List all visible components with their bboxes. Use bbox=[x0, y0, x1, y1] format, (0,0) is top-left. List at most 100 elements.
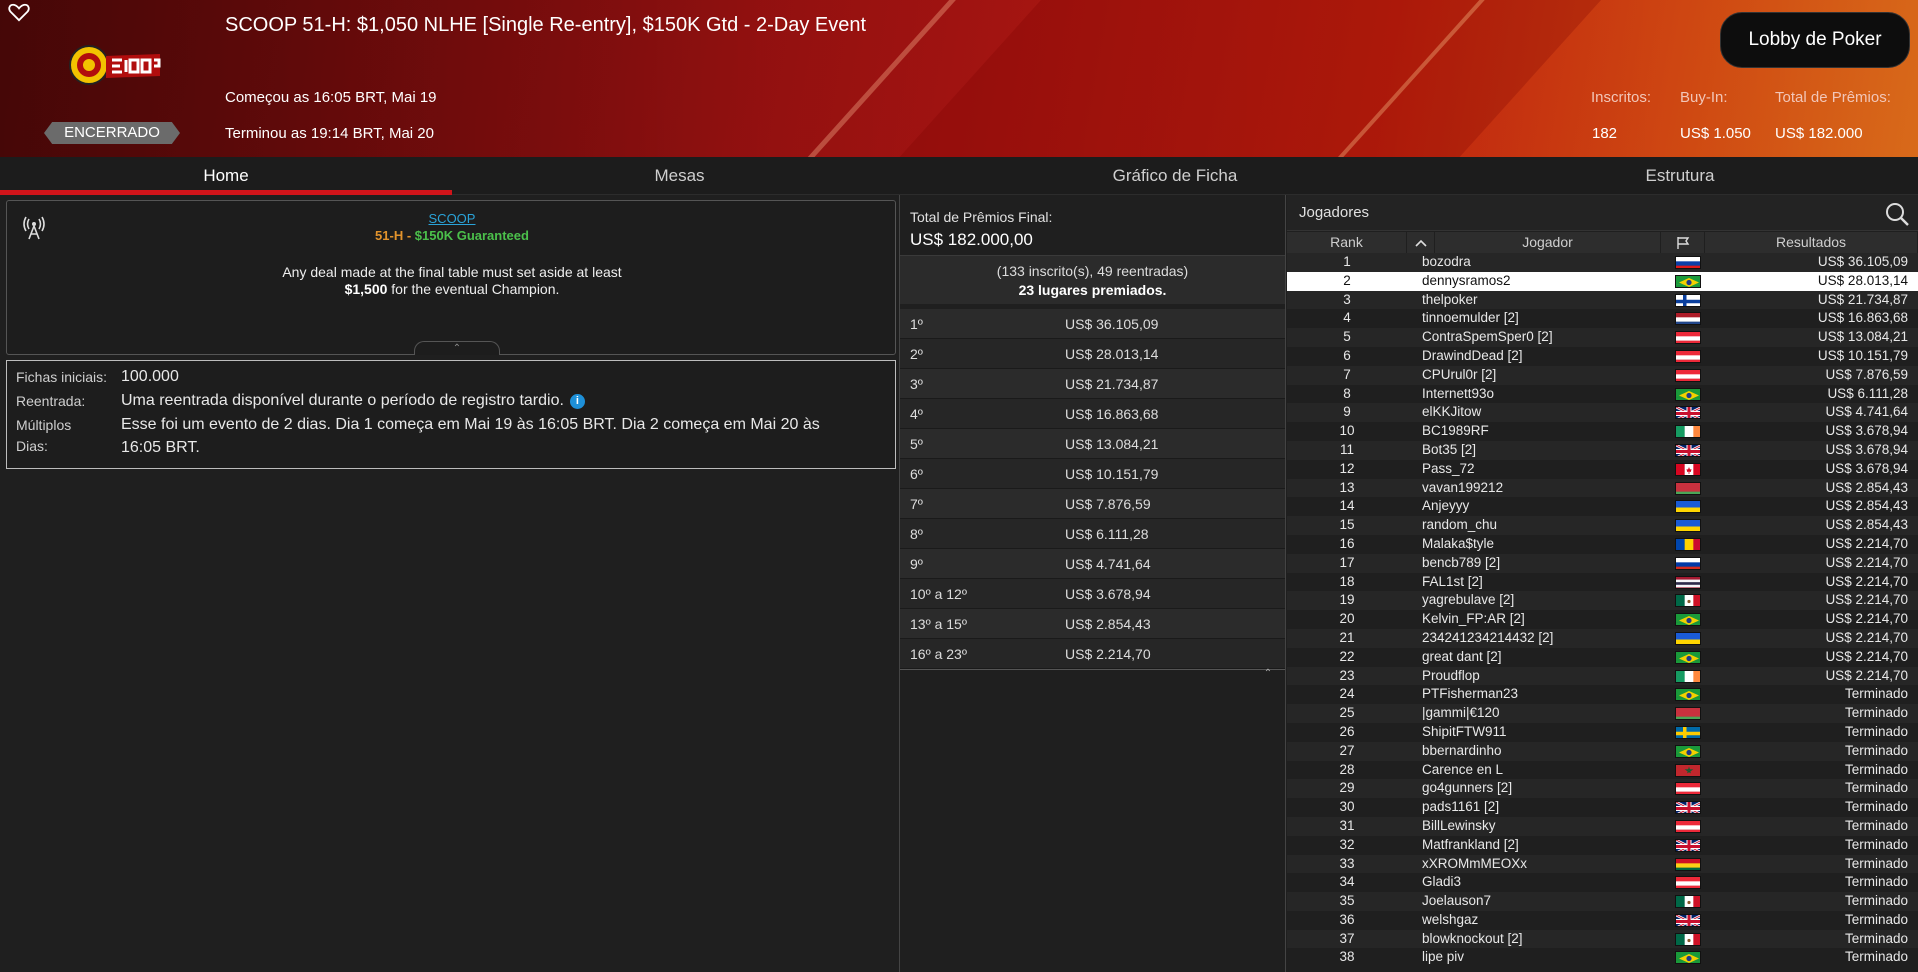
player-rank: 34 bbox=[1339, 874, 1355, 890]
entries-summary: (133 inscrito(s), 49 reentradas) 23 luga… bbox=[900, 255, 1285, 304]
player-row[interactable]: 6 DrawindDead [2] US$ 10.151,79 bbox=[1287, 346, 1918, 366]
payout-place: 7º bbox=[910, 496, 923, 512]
player-result: US$ 4.741,64 bbox=[1825, 404, 1908, 420]
player-row[interactable]: 27 bbernardinho Terminado bbox=[1287, 741, 1918, 761]
player-row[interactable]: 20 Kelvin_FP:AR [2] US$ 2.214,70 bbox=[1287, 610, 1918, 629]
payout-place: 9º bbox=[910, 556, 923, 572]
collapse-info-button[interactable]: ⌃ bbox=[414, 341, 500, 355]
country-flag-icon bbox=[1675, 594, 1701, 608]
player-rank: 35 bbox=[1339, 893, 1355, 909]
player-row[interactable]: 4 tinnoemulder [2] US$ 16.863,68 bbox=[1287, 309, 1918, 329]
country-flag-icon bbox=[1675, 425, 1701, 439]
heart-icon[interactable] bbox=[6, 2, 32, 26]
player-result: Terminado bbox=[1844, 780, 1908, 796]
country-flag-icon bbox=[1675, 575, 1701, 589]
end-time: Terminou as 19:14 BRT, Mai 20 bbox=[225, 125, 434, 142]
country-flag-icon bbox=[1675, 256, 1701, 269]
player-row[interactable]: 26 ShipitFTW911 Terminado bbox=[1287, 722, 1918, 742]
player-rank: 28 bbox=[1339, 761, 1355, 777]
player-row[interactable]: 38 lipe piv Terminado bbox=[1287, 948, 1918, 968]
player-row[interactable]: 7 CPUrul0r [2] US$ 7.876,59 bbox=[1287, 365, 1918, 385]
player-row[interactable]: 22 great dant [2] US$ 2.214,70 bbox=[1287, 647, 1918, 667]
player-row[interactable]: 33 xXROMmMEOXx Terminado bbox=[1287, 854, 1918, 874]
guarantee-separator: - bbox=[403, 228, 415, 243]
player-row[interactable]: 21 234241234214432 [2] US$ 2.214,70 bbox=[1287, 628, 1918, 648]
payout-row: 7º US$ 7.876,59 bbox=[900, 489, 1285, 519]
player-row[interactable]: 24 PTFisherman23 Terminado bbox=[1287, 685, 1918, 705]
results-column-header[interactable]: Resultados bbox=[1705, 232, 1918, 253]
payout-row: 6º US$ 10.151,79 bbox=[900, 459, 1285, 489]
player-column-header[interactable]: Jogador bbox=[1435, 232, 1661, 253]
collapse-payouts-button[interactable]: ⌃ bbox=[1250, 668, 1286, 680]
player-row[interactable]: 25 |gammi|€120 Terminado bbox=[1287, 704, 1918, 723]
player-row[interactable]: 32 Matfrankland [2] Terminado bbox=[1287, 835, 1918, 855]
player-row[interactable]: 23 Proudflop US$ 2.214,70 bbox=[1287, 666, 1918, 686]
starting-chips-value: 100.000 bbox=[121, 368, 179, 385]
payout-amount: US$ 28.013,14 bbox=[1065, 346, 1159, 362]
multiday-value: Esse foi um evento de 2 dias. Dia 1 come… bbox=[121, 416, 820, 433]
player-row[interactable]: 10 BC1989RF US$ 3.678,94 bbox=[1287, 422, 1918, 441]
event-code: 51-H bbox=[375, 228, 404, 243]
player-row[interactable]: 1 bozodra US$ 36.105,09 bbox=[1287, 253, 1918, 272]
player-row[interactable]: 37 blowknockout [2] Terminado bbox=[1287, 929, 1918, 949]
player-row[interactable]: 34 Gladi3 Terminado bbox=[1287, 873, 1918, 893]
entrants-label: Inscritos: bbox=[1591, 89, 1652, 106]
tab-structure[interactable]: Estrutura bbox=[1530, 157, 1830, 195]
player-row[interactable]: 8 Internett93o US$ 6.111,28 bbox=[1287, 384, 1918, 404]
player-name: xXROMmMEOXx bbox=[1422, 855, 1528, 871]
player-row[interactable]: 28 Carence en L Terminado bbox=[1287, 760, 1918, 780]
player-row[interactable]: 19 yagrebulave [2] US$ 2.214,70 bbox=[1287, 591, 1918, 611]
player-row[interactable]: 2 dennysramos2 US$ 28.013,14 bbox=[1287, 271, 1918, 291]
player-row[interactable]: 5 ContraSpemSper0 [2] US$ 13.084,21 bbox=[1287, 328, 1918, 347]
status-badge: ENCERRADO bbox=[44, 122, 180, 144]
info-icon[interactable]: i bbox=[569, 394, 585, 409]
player-result: US$ 3.678,94 bbox=[1825, 460, 1908, 476]
rank-column-header[interactable]: Rank bbox=[1287, 232, 1407, 253]
prize-panel: Total de Prêmios Final: US$ 182.000,00 (… bbox=[899, 195, 1286, 972]
player-name: thelpoker bbox=[1422, 291, 1478, 307]
player-row[interactable]: 31 BillLewinsky Terminado bbox=[1287, 816, 1918, 836]
chevron-up-icon[interactable] bbox=[1407, 232, 1435, 253]
player-name: bozodra bbox=[1422, 254, 1471, 269]
player-row[interactable]: 15 random_chu US$ 2.854,43 bbox=[1287, 516, 1918, 535]
player-row[interactable]: 18 FAL1st [2] US$ 2.214,70 bbox=[1287, 572, 1918, 592]
flag-icon[interactable] bbox=[1661, 232, 1705, 253]
player-row[interactable]: 11 Bot35 [2] US$ 3.678,94 bbox=[1287, 440, 1918, 460]
player-row[interactable]: 3 thelpoker US$ 21.734,87 bbox=[1287, 290, 1918, 310]
player-row[interactable]: 12 Pass_72 US$ 3.678,94 bbox=[1287, 459, 1918, 479]
player-name: Proudflop bbox=[1422, 667, 1480, 683]
player-row[interactable]: 16 Malaka$tyle US$ 2.214,70 bbox=[1287, 534, 1918, 554]
tab-chip-chart[interactable]: Gráfico de Ficha bbox=[1000, 157, 1350, 195]
buyin-value: US$ 1.050 bbox=[1680, 125, 1751, 142]
country-flag-icon bbox=[1675, 838, 1701, 852]
player-result: US$ 2.214,70 bbox=[1825, 611, 1908, 627]
prize-value: US$ 182.000 bbox=[1775, 125, 1863, 142]
player-row[interactable]: 17 bencb789 [2] US$ 2.214,70 bbox=[1287, 553, 1918, 573]
player-name: bbernardinho bbox=[1422, 742, 1502, 758]
player-rank: 23 bbox=[1339, 667, 1355, 683]
lobby-button[interactable]: Lobby de Poker bbox=[1720, 12, 1910, 68]
country-flag-icon bbox=[1675, 443, 1701, 457]
player-row[interactable]: 13 vavan199212 US$ 2.854,43 bbox=[1287, 478, 1918, 498]
player-rank: 3 bbox=[1343, 291, 1351, 307]
search-icon[interactable] bbox=[1884, 201, 1910, 227]
player-name: Internett93o bbox=[1422, 385, 1495, 401]
country-flag-icon bbox=[1675, 876, 1701, 890]
player-row[interactable]: 9 elKKJitow US$ 4.741,64 bbox=[1287, 403, 1918, 423]
players-list: 1 bozodra US$ 36.105,09 2 dennysramos2 US$ 28… bbox=[1287, 253, 1918, 968]
paid-places-line: 23 lugares premiados. bbox=[1018, 282, 1167, 298]
player-row[interactable]: 29 go4gunners [2] Terminado bbox=[1287, 779, 1918, 799]
player-row[interactable]: 36 welshgaz Terminado bbox=[1287, 910, 1918, 930]
player-row[interactable]: 14 Anjeyyy US$ 2.854,43 bbox=[1287, 497, 1918, 517]
deal-suffix: for the eventual Champion. bbox=[387, 281, 560, 297]
player-name: Gladi3 bbox=[1422, 874, 1462, 890]
player-result: US$ 2.214,70 bbox=[1825, 554, 1908, 570]
tab-tables[interactable]: Mesas bbox=[452, 157, 907, 195]
payout-list: 1º US$ 36.105,09 2º US$ 28.013,14 3º US$ 21.7… bbox=[900, 309, 1285, 669]
payout-amount: US$ 2.214,70 bbox=[1065, 646, 1151, 662]
player-row[interactable]: 35 Joelauson7 Terminado bbox=[1287, 892, 1918, 911]
player-row[interactable]: 30 pads1161 [2] Terminado bbox=[1287, 798, 1918, 817]
scoop-link[interactable]: SCOOP bbox=[7, 211, 897, 226]
payout-amount: US$ 4.741,64 bbox=[1065, 556, 1151, 572]
player-result: US$ 6.111,28 bbox=[1827, 385, 1908, 401]
